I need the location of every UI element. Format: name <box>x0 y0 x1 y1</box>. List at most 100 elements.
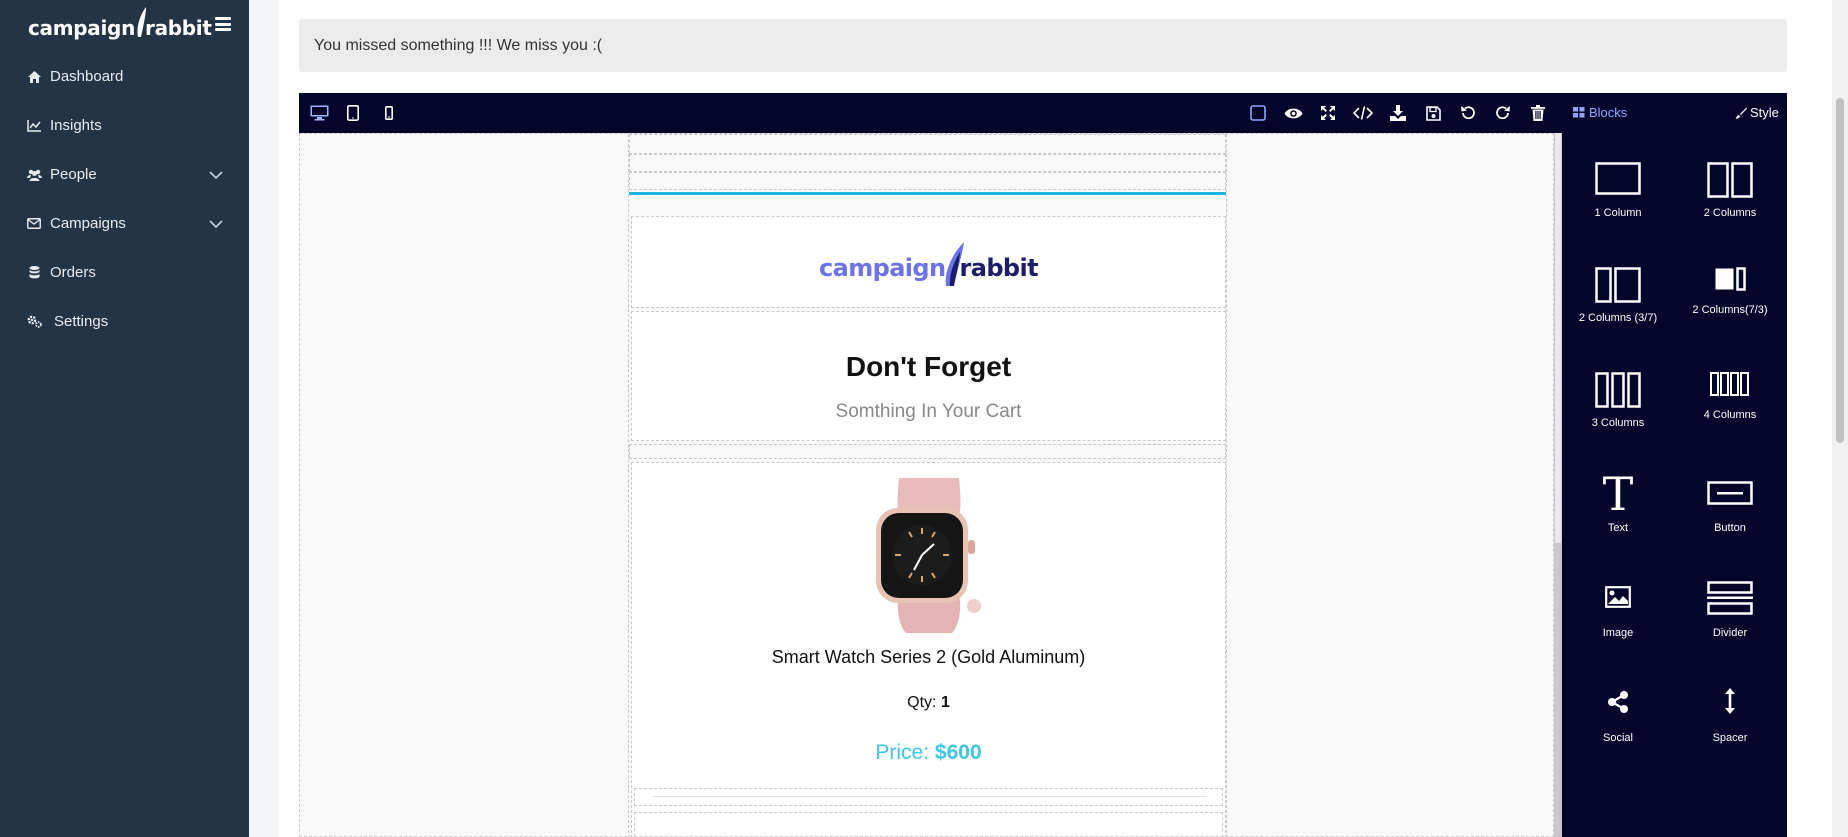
three-columns-icon <box>1562 372 1674 408</box>
email-header-row[interactable]: Don't Forget Somthing In Your Cart <box>631 311 1226 441</box>
price-value: $600 <box>934 741 982 764</box>
sidebar-item-label: Insights <box>50 117 102 134</box>
sidebar: campaign rabbit Dashboard Insights Peopl… <box>0 0 249 837</box>
page-scrollbar-thumb[interactable] <box>1836 98 1844 443</box>
download-icon[interactable] <box>1387 102 1409 124</box>
sidebar-item-dashboard[interactable]: Dashboard <box>0 52 249 101</box>
email-logo-right: rabbit <box>959 254 1039 282</box>
desktop-icon[interactable] <box>308 102 330 124</box>
brand-right-text: rabbit <box>145 16 212 40</box>
fullscreen-icon[interactable] <box>1317 102 1339 124</box>
block-social[interactable]: Social <box>1562 658 1674 763</box>
email-logo: campaign rabbit <box>819 242 1039 286</box>
blocks-tab[interactable]: Blocks <box>1573 105 1627 120</box>
block-2-columns[interactable]: 2 Columns <box>1674 133 1786 238</box>
mobile-icon[interactable] <box>378 102 400 124</box>
database-icon <box>26 265 42 281</box>
qty-value: 1 <box>940 694 950 711</box>
block-divider[interactable]: Divider <box>1674 553 1786 658</box>
style-tab-label: Style <box>1750 105 1779 120</box>
email-body: campaign rabbit Don't Forget Somthing In… <box>628 134 1227 836</box>
spacer-icon <box>1674 688 1786 714</box>
preview-icon[interactable] <box>1282 102 1304 124</box>
blocks-tab-label: Blocks <box>1589 105 1628 120</box>
trash-icon[interactable] <box>1527 102 1549 124</box>
image-icon <box>1562 586 1674 608</box>
cogs-icon <box>26 314 42 330</box>
email-title[interactable]: Don't Forget <box>632 351 1225 383</box>
block-4-columns[interactable]: 4 Columns <box>1674 343 1786 448</box>
brand-left-text: campaign <box>28 16 136 40</box>
email-logo-row[interactable]: campaign rabbit <box>631 216 1226 308</box>
two-columns-37-icon <box>1562 267 1674 303</box>
block-2-columns-7-3[interactable]: 2 Columns(7/3) <box>1674 238 1786 343</box>
four-columns-icon <box>1674 372 1786 396</box>
sidebar-item-insights[interactable]: Insights <box>0 101 249 150</box>
sidebar-item-people[interactable]: People <box>0 150 249 199</box>
tablet-icon[interactable] <box>342 102 364 124</box>
undo-icon[interactable] <box>1457 102 1479 124</box>
code-icon[interactable] <box>1352 102 1374 124</box>
share-icon <box>1562 691 1674 713</box>
product-divider <box>652 796 1207 797</box>
users-icon <box>26 167 42 183</box>
sidebar-item-label: Orders <box>50 264 96 281</box>
empty-row[interactable] <box>629 134 1226 154</box>
text-icon: T <box>1602 467 1634 521</box>
sidebar-nav: Dashboard Insights People Campaigns Orde… <box>0 52 249 346</box>
button-icon <box>1674 481 1786 505</box>
sidebar-item-campaigns[interactable]: Campaigns <box>0 199 249 248</box>
sidebar-item-settings[interactable]: Settings <box>0 297 249 346</box>
qty-label: Qty: <box>907 694 937 711</box>
price-label: Price: <box>875 741 930 764</box>
email-product-row[interactable]: Smart Watch Series 2 (Gold Aluminum) Qty… <box>631 462 1226 836</box>
sidebar-item-label: Dashboard <box>50 68 124 85</box>
sidebar-item-label: Campaigns <box>50 215 126 232</box>
product-name[interactable]: Smart Watch Series 2 (Gold Aluminum) <box>632 647 1225 668</box>
envelope-icon <box>26 216 42 232</box>
editor-canvas[interactable]: campaign rabbit Don't Forget Somthing In… <box>299 133 1554 837</box>
divider-icon <box>1674 581 1786 615</box>
one-column-icon <box>1562 162 1674 195</box>
block-spacer[interactable]: Spacer <box>1674 658 1786 763</box>
canvas-scrollbar-thumb[interactable] <box>1555 133 1561 543</box>
style-tab[interactable]: Style <box>1735 105 1779 120</box>
block-2-columns-3-7[interactable]: 2 Columns (3/7) <box>1562 238 1674 343</box>
sidebar-item-label: Settings <box>54 313 109 330</box>
brand-logo[interactable]: campaign rabbit <box>28 7 212 46</box>
outline-icon[interactable] <box>1247 102 1269 124</box>
empty-row[interactable] <box>629 172 1226 190</box>
chevron-down-icon[interactable] <box>209 168 223 182</box>
redo-icon[interactable] <box>1492 102 1514 124</box>
blocks-panel: 1 Column 2 Columns 2 Columns (3/7) 2 Col… <box>1562 133 1787 837</box>
accent-divider <box>629 192 1226 195</box>
campaign-subject-banner: You missed something !!! We miss you :( <box>299 19 1787 72</box>
sidebar-item-orders[interactable]: Orders <box>0 248 249 297</box>
paintbrush-icon <box>1735 107 1747 119</box>
line-chart-icon <box>26 118 42 134</box>
editor-toolbar: Blocks Style <box>299 93 1787 133</box>
block-1-column[interactable]: 1 Column <box>1562 133 1674 238</box>
empty-row[interactable] <box>634 788 1223 806</box>
two-columns-icon <box>1674 162 1786 198</box>
menu-toggle-icon[interactable] <box>215 17 231 31</box>
block-image[interactable]: Image <box>1562 553 1674 658</box>
block-button[interactable]: Button <box>1674 448 1786 553</box>
two-columns-73-icon <box>1674 267 1786 291</box>
chevron-down-icon[interactable] <box>209 217 223 231</box>
empty-row[interactable] <box>634 812 1223 836</box>
product-quantity[interactable]: Qty: 1 <box>632 694 1225 712</box>
email-editor: Blocks Style campaign rabbit Don't Forge… <box>299 93 1787 837</box>
grid-icon <box>1573 107 1585 118</box>
block-3-columns[interactable]: 3 Columns <box>1562 343 1674 448</box>
sidebar-item-label: People <box>50 166 97 183</box>
product-image[interactable] <box>864 478 994 633</box>
empty-row[interactable] <box>629 154 1226 172</box>
email-subtitle[interactable]: Somthing In Your Cart <box>632 401 1225 423</box>
product-price[interactable]: Price: $600 <box>632 741 1225 765</box>
save-icon[interactable] <box>1422 102 1444 124</box>
email-logo-left: campaign <box>819 254 946 282</box>
empty-row[interactable] <box>629 444 1226 459</box>
home-icon <box>26 69 42 85</box>
block-text[interactable]: T Text <box>1562 448 1674 553</box>
